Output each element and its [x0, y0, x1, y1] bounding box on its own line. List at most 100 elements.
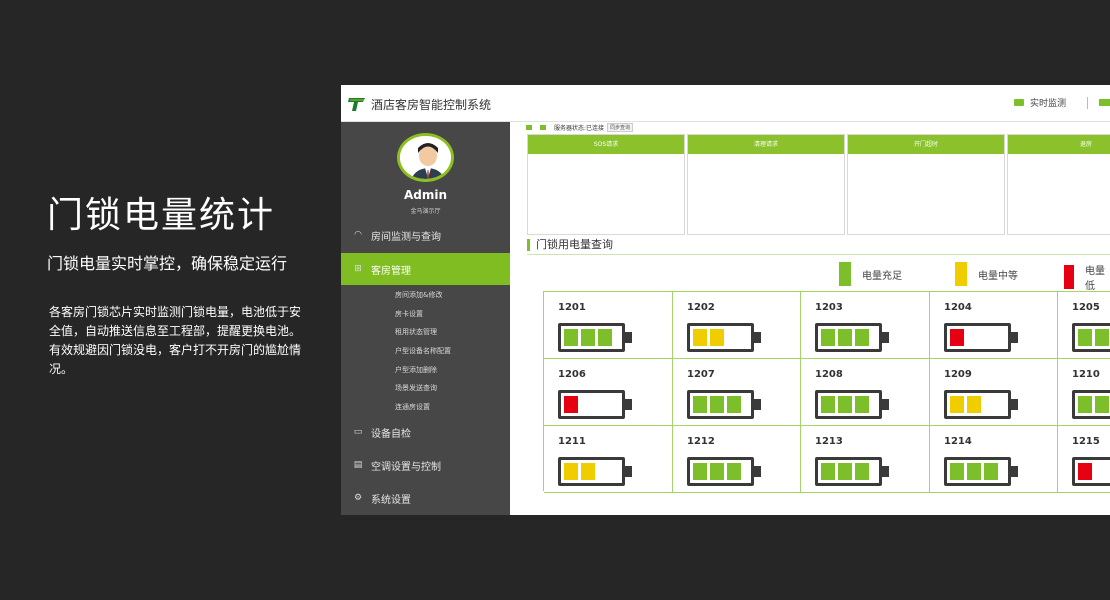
legend-swatch [1064, 265, 1074, 289]
room-battery-grid: 1201 1202 1203 1204 1205 1206 1207 1208 1209 1210… [543, 291, 1110, 493]
battery-bar [710, 396, 724, 413]
battery-icon [558, 390, 632, 419]
panel-header: 退房 [1008, 135, 1110, 154]
battery-bar [1095, 396, 1109, 413]
sidebar-item-aircon[interactable]: ▤ 空调设置与控制 [341, 450, 510, 480]
battery-tip [754, 399, 761, 410]
room-number: 1209 [944, 369, 972, 380]
sidebar-item-system-settings[interactable]: ⚙ 系统设置 [341, 483, 510, 513]
avatar [397, 133, 454, 182]
server-status: 服务器状态:已连接 [554, 125, 605, 132]
room-cell[interactable]: 1205 [1058, 292, 1110, 359]
room-number: 1212 [687, 436, 715, 447]
app-title: 酒店客房智能控制系统 [371, 98, 492, 112]
battery-bar [564, 329, 578, 346]
monitor-icon [1014, 99, 1024, 106]
subnav-item[interactable]: 连通房设置 [395, 402, 430, 412]
subnav-item[interactable]: 场景发送查询 [395, 383, 437, 393]
battery-bar [581, 329, 595, 346]
panel-door-timeout: 开门超时 [847, 134, 1005, 235]
sidebar-item-device-check[interactable]: ▭ 设备自检 [341, 417, 510, 447]
battery-icon [944, 323, 1018, 352]
battery-icon [944, 390, 1018, 419]
monitor-icon: ▭ [353, 427, 363, 437]
bell-icon[interactable] [526, 125, 532, 130]
battery-bar [693, 396, 707, 413]
promo-subtitle: 门锁电量实时掌控，确保稳定运行 [47, 254, 288, 273]
message-icon[interactable] [1099, 99, 1110, 106]
room-cell[interactable]: 1213 [801, 426, 930, 493]
subnav-item[interactable]: 房卡设置 [395, 309, 423, 319]
mail-icon[interactable] [540, 125, 546, 130]
battery-bar [1078, 463, 1092, 480]
room-cell[interactable]: 1215 [1058, 426, 1110, 493]
battery-icon [687, 323, 761, 352]
panel-header: 开门超时 [848, 135, 1004, 154]
sync-button[interactable]: 同步查询 [607, 123, 634, 132]
room-cell[interactable]: 1208 [801, 359, 930, 426]
legend-label: 电量低 [1085, 266, 1105, 292]
room-cell[interactable]: 1202 [673, 292, 801, 359]
room-number: 1201 [558, 302, 586, 313]
legend-label: 电量充足 [862, 270, 902, 282]
battery-bar [581, 463, 595, 480]
realtime-monitor-link[interactable]: 实时监测 [1014, 96, 1066, 109]
battery-icon [558, 457, 632, 486]
subnav-item[interactable]: 户型设备名称配置 [395, 346, 451, 356]
battery-bar [967, 396, 981, 413]
panel-header: 清理请求 [688, 135, 844, 154]
room-cell[interactable]: 1212 [673, 426, 801, 493]
battery-bar [950, 329, 964, 346]
battery-bar [727, 463, 741, 480]
admin-name: Admin [403, 188, 448, 202]
battery-bar [693, 463, 707, 480]
battery-bar [950, 396, 964, 413]
logo-icon [348, 98, 365, 111]
sidebar-item-room-monitor[interactable]: ◠ 房间监测与查询 [341, 220, 510, 250]
battery-bar [984, 463, 998, 480]
battery-icon [1072, 390, 1110, 419]
battery-bar [967, 463, 981, 480]
section-title: 门锁用电量查询 [527, 239, 613, 251]
room-cell[interactable]: 1209 [930, 359, 1058, 426]
battery-bar [821, 329, 835, 346]
panel-sos: SOS请求 [527, 134, 685, 235]
user-avatar-icon [400, 136, 451, 179]
battery-bar [855, 396, 869, 413]
subnav-item[interactable]: 租用状态管理 [395, 327, 437, 337]
battery-bar [1095, 329, 1109, 346]
battery-bar [1078, 329, 1092, 346]
room-cell[interactable]: 1201 [544, 292, 673, 359]
battery-bar [855, 329, 869, 346]
subnav-item[interactable]: 户型添加删除 [395, 365, 437, 375]
battery-icon [815, 457, 889, 486]
sidebar-item-room-management[interactable]: ⊞ 客房管理 [341, 253, 510, 285]
battery-tip [882, 466, 889, 477]
room-cell[interactable]: 1207 [673, 359, 801, 426]
room-number: 1210 [1072, 369, 1100, 380]
room-cell[interactable]: 1214 [930, 426, 1058, 493]
battery-bar [564, 463, 578, 480]
status-row: 服务器状态:已连接 同步查询 [526, 122, 634, 133]
battery-tip [882, 332, 889, 343]
room-cell[interactable]: 1210 [1058, 359, 1110, 426]
room-cell[interactable]: 1204 [930, 292, 1058, 359]
battery-bar [1078, 396, 1092, 413]
battery-bar [821, 396, 835, 413]
panel-cleaning: 清理请求 [687, 134, 845, 235]
room-cell[interactable]: 1211 [544, 426, 673, 493]
subnav-item[interactable]: 房间添加&修改 [395, 290, 442, 300]
sidebar-item-label: 客房管理 [371, 265, 411, 277]
room-number: 1214 [944, 436, 972, 447]
battery-tip [882, 399, 889, 410]
battery-bar [727, 396, 741, 413]
room-cell[interactable]: 1206 [544, 359, 673, 426]
battery-bar [693, 329, 707, 346]
battery-bar [838, 463, 852, 480]
sidebar-item-label: 设备自检 [371, 428, 411, 440]
battery-icon [815, 323, 889, 352]
battery-bar [838, 329, 852, 346]
legend-label: 电量中等 [978, 270, 1018, 282]
room-cell[interactable]: 1203 [801, 292, 930, 359]
panel-checkout: 退房 [1007, 134, 1110, 235]
